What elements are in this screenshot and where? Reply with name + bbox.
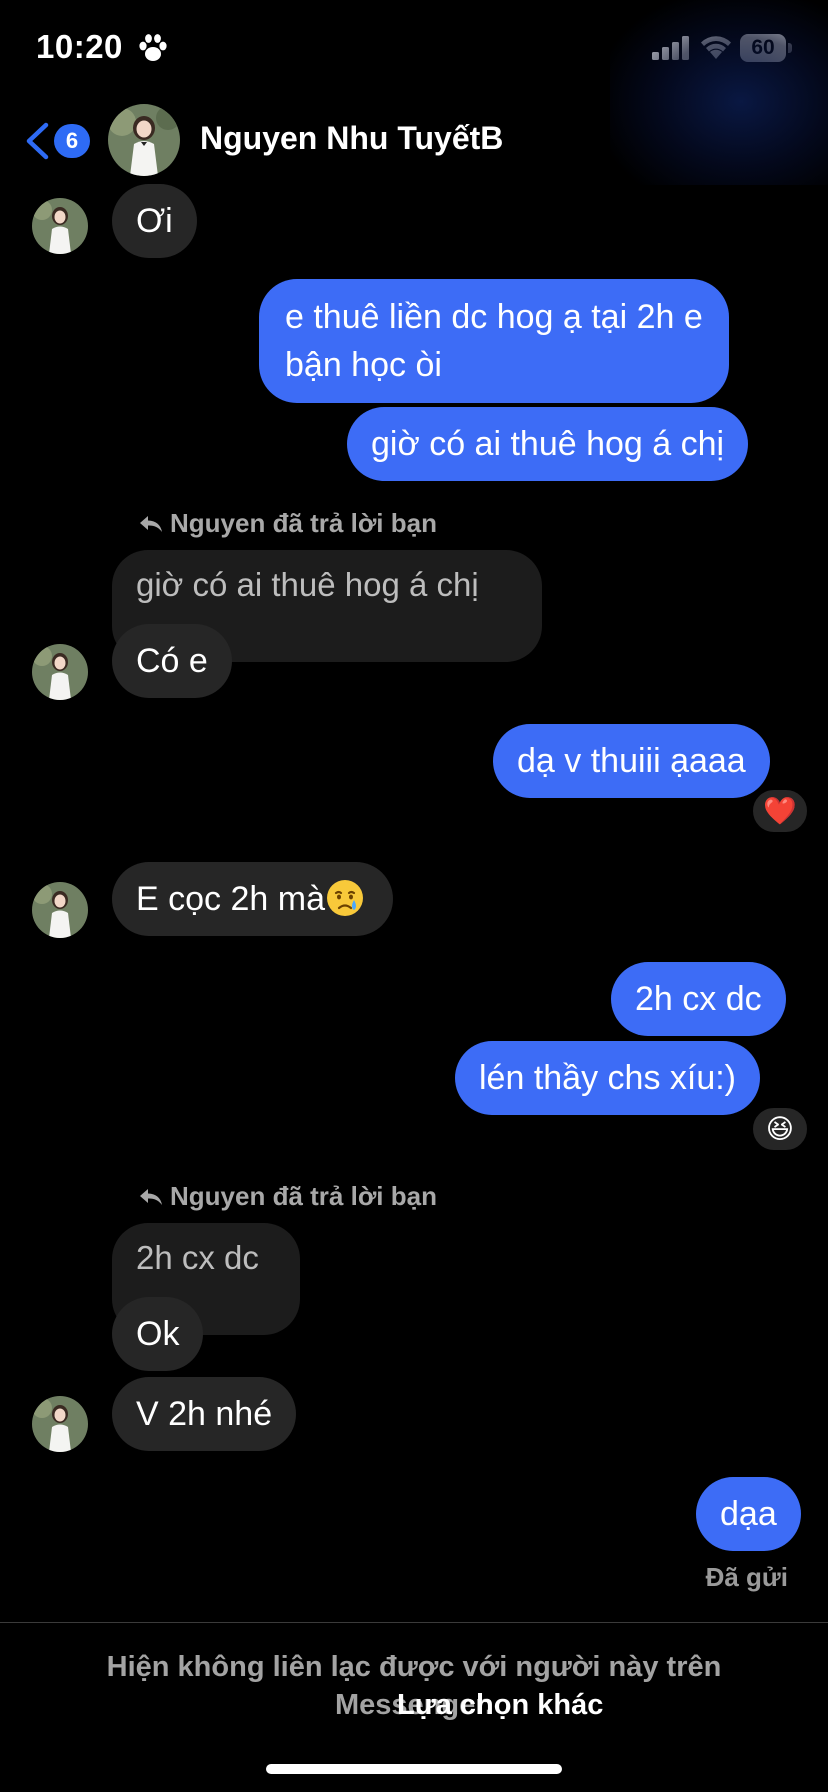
- chat-header: 6 Nguyen Nhu TuyếtB: [0, 96, 828, 188]
- outgoing-message[interactable]: e thuê liền dc hog ạ tại 2h e bận học òi: [259, 279, 729, 403]
- incoming-message[interactable]: Ơi: [112, 184, 197, 258]
- incoming-message[interactable]: Ok: [112, 1297, 204, 1371]
- paw-icon: [139, 34, 167, 61]
- incoming-message[interactable]: V 2h nhé: [112, 1377, 297, 1451]
- home-indicator[interactable]: [266, 1764, 562, 1774]
- reply-arrow-icon: [140, 516, 162, 532]
- message-line: bận học òi: [285, 346, 442, 384]
- sender-avatar[interactable]: [32, 882, 88, 938]
- reply-arrow-icon: [140, 1189, 162, 1205]
- reply-label: Nguyen đã trả lời bạn: [138, 508, 437, 539]
- contact-avatar[interactable]: [108, 104, 180, 176]
- chevron-left-icon: [26, 122, 49, 160]
- outgoing-message[interactable]: dạa: [696, 1477, 801, 1551]
- reply-label-text: Nguyen đã trả lời bạn: [170, 508, 437, 538]
- reply-label: Nguyen đã trả lời bạn: [138, 1181, 437, 1212]
- heart-reaction-icon[interactable]: ❤️: [751, 788, 809, 834]
- contact-name[interactable]: Nguyen Nhu TuyếtB: [200, 120, 503, 157]
- message-line: e thuê liền dc hog ạ tại 2h e: [285, 298, 703, 336]
- incoming-message[interactable]: E cọc 2h mà: [112, 862, 393, 936]
- outgoing-message[interactable]: giờ có ai thuê hog á chị: [347, 407, 749, 481]
- unread-count-badge: 6: [54, 124, 90, 158]
- incoming-message[interactable]: Có e: [112, 624, 232, 698]
- outgoing-message[interactable]: 2h cx dc: [611, 962, 786, 1036]
- sender-avatar[interactable]: [32, 1396, 88, 1452]
- message-text: E cọc 2h mà: [136, 880, 325, 918]
- chat-screen: 10:20 60: [0, 0, 828, 1792]
- laughing-reaction-icon[interactable]: 😆: [751, 1106, 809, 1152]
- divider: [0, 1622, 828, 1623]
- sender-avatar[interactable]: [32, 198, 88, 254]
- status-time: 10:20: [36, 28, 123, 65]
- outgoing-message[interactable]: lén thầy chs xíu:): [455, 1041, 761, 1115]
- crying-face-icon: [326, 880, 363, 916]
- reply-label-text: Nguyen đã trả lời bạn: [170, 1181, 437, 1211]
- outgoing-message[interactable]: dạ v thuiii ạaaa: [493, 724, 770, 798]
- sender-avatar[interactable]: [32, 644, 88, 700]
- other-options-link[interactable]: Lựa chọn khác: [397, 1686, 603, 1724]
- unavailable-notice: Hiện không liên lạc được với người này t…: [0, 1648, 828, 1724]
- sent-status: Đã gửi: [705, 1562, 788, 1592]
- back-button[interactable]: 6: [24, 118, 94, 164]
